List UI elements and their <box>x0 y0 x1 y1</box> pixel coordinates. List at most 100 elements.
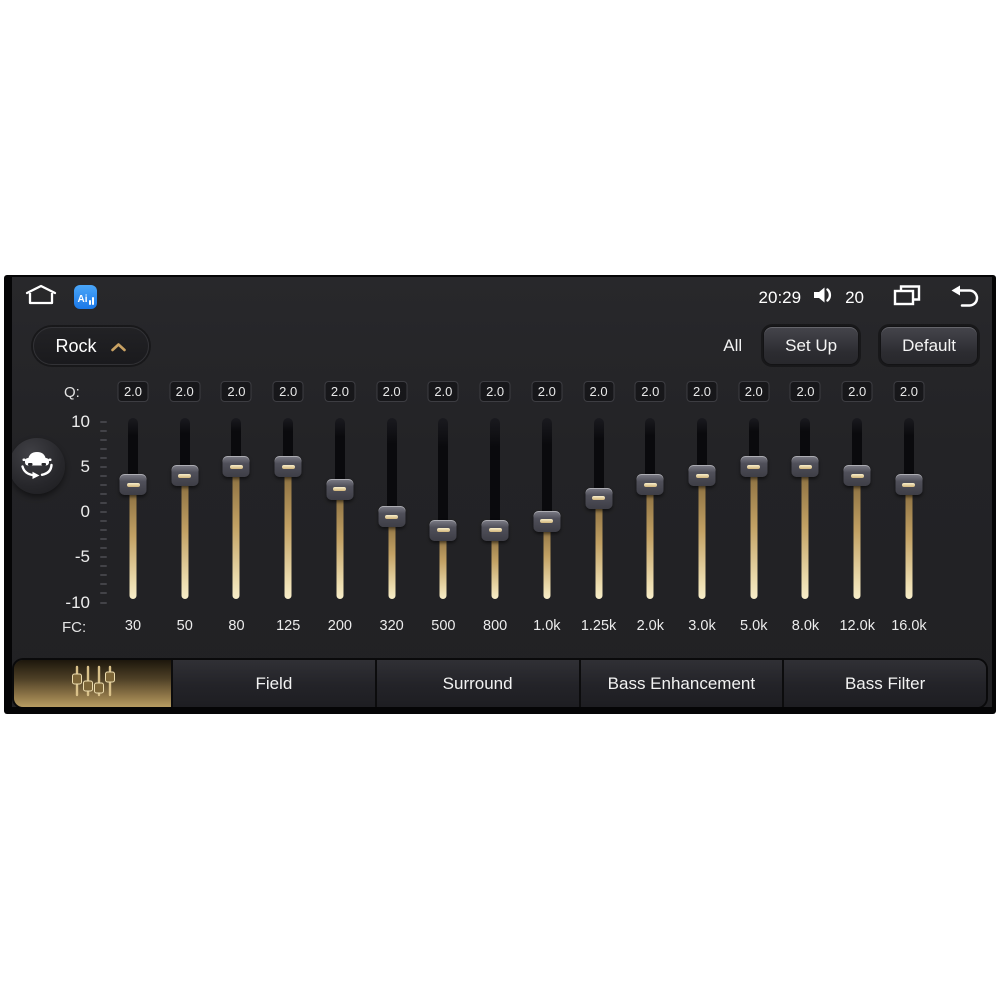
status-bar-left: Ai <box>22 282 97 312</box>
band-fc-label: 80 <box>228 618 245 634</box>
tick-mark <box>100 529 107 532</box>
band-q-value: 2.0 <box>686 381 718 402</box>
tick-mark <box>100 520 107 523</box>
band-slider-handle[interactable] <box>378 506 406 528</box>
tick-mark <box>100 511 107 513</box>
band-slider-handle[interactable] <box>688 465 716 487</box>
tab-surround[interactable]: Surround <box>374 660 579 707</box>
tick-mark <box>100 465 107 468</box>
gain-scale-label: 10 <box>71 411 90 431</box>
tick-mark <box>100 574 107 577</box>
tick-mark <box>100 483 107 486</box>
band-q-value: 2.0 <box>789 381 821 402</box>
band-q-value: 2.0 <box>583 381 615 402</box>
tick-mark <box>100 447 107 450</box>
gain-scale-label: 5 <box>80 456 90 476</box>
car-stereo-screen: Ai 20:29 20 Rock All Set Up Default Q: F… <box>4 275 996 714</box>
band-q-value: 2.0 <box>117 381 149 402</box>
tab-bass-enhancement[interactable]: Bass Enhancement <box>578 660 783 707</box>
slider-track-upper[interactable] <box>541 418 552 526</box>
band-slider-handle[interactable] <box>222 456 250 478</box>
band-slider-handle[interactable] <box>791 456 819 478</box>
eq-band: 2.0 2.0k <box>624 277 676 707</box>
band-slider-handle[interactable] <box>895 474 923 496</box>
eq-band: 2.0 30 <box>107 277 159 707</box>
tick-mark <box>100 601 107 604</box>
tick-mark <box>100 438 107 441</box>
band-slider-handle[interactable] <box>636 474 664 496</box>
gain-scale-label: -5 <box>74 547 90 567</box>
slider-track-upper[interactable] <box>490 418 501 535</box>
slider-track-lower[interactable] <box>750 466 758 599</box>
slider-track-lower[interactable] <box>698 475 706 599</box>
band-q-value: 2.0 <box>634 381 666 402</box>
ai-icon-glyph: Ai <box>77 294 88 305</box>
slider-track-lower[interactable] <box>181 475 189 599</box>
tab-bass-filter[interactable]: Bass Filter <box>782 660 986 707</box>
tick-mark <box>100 501 107 504</box>
home-icon[interactable] <box>22 282 60 312</box>
head-unit-screenshot: Ai 20:29 20 Rock All Set Up Default Q: F… <box>0 0 1000 1000</box>
band-q-value: 2.0 <box>893 381 925 402</box>
slider-track-lower[interactable] <box>284 466 292 599</box>
tab-field[interactable]: Field <box>171 660 375 707</box>
eq-band: 2.0 50 <box>159 277 211 707</box>
slider-track-lower[interactable] <box>801 466 809 599</box>
band-fc-label: 200 <box>327 618 352 634</box>
band-q-value: 2.0 <box>479 381 511 402</box>
tick-mark <box>100 429 107 432</box>
band-slider-handle[interactable] <box>740 456 768 478</box>
ai-icon-bar <box>88 300 91 305</box>
slider-track-upper[interactable] <box>438 418 449 535</box>
tick-mark <box>100 583 107 586</box>
slider-track-lower[interactable] <box>646 484 654 599</box>
band-slider-handle[interactable] <box>119 474 147 496</box>
eq-band: 2.0 1.25k <box>573 277 625 707</box>
band-slider-handle[interactable] <box>481 519 509 541</box>
band-fc-label: 30 <box>124 618 142 634</box>
band-fc-label: 320 <box>379 618 404 634</box>
band-q-value: 2.0 <box>324 381 356 402</box>
eq-band: 2.0 320 <box>366 277 418 707</box>
slider-track-lower[interactable] <box>853 475 861 599</box>
tick-mark <box>100 547 107 550</box>
slider-track-lower[interactable] <box>232 466 240 599</box>
band-fc-label: 2.0k <box>636 618 664 634</box>
eq-band: 2.0 1.0k <box>521 277 573 707</box>
ai-assistant-icon[interactable]: Ai <box>74 285 97 309</box>
fc-row-label: FC: <box>62 619 87 636</box>
band-slider-handle[interactable] <box>843 465 871 487</box>
tick-mark <box>100 492 107 495</box>
tab-label: Bass Filter <box>844 673 926 693</box>
eq-band: 2.0 3.0k <box>676 277 728 707</box>
tab-label: Surround <box>442 673 513 693</box>
ai-icon-bar <box>91 297 94 305</box>
tab-equalizer[interactable] <box>14 660 171 707</box>
tab-label: Bass Enhancement <box>607 673 756 693</box>
slider-track-lower[interactable] <box>595 498 603 599</box>
band-q-value: 2.0 <box>169 381 201 402</box>
slider-track-lower[interactable] <box>543 521 551 599</box>
band-slider-handle[interactable] <box>533 510 561 532</box>
gain-scale-label: -10 <box>65 592 90 612</box>
slider-track-lower[interactable] <box>129 484 137 599</box>
tick-mark <box>100 538 107 541</box>
slider-track-lower[interactable] <box>388 516 396 599</box>
band-q-value: 2.0 <box>531 381 563 402</box>
eq-band: 2.0 80 <box>210 277 262 707</box>
tick-mark <box>100 565 107 568</box>
back-icon[interactable] <box>950 284 980 312</box>
band-slider-handle[interactable] <box>171 465 199 487</box>
eq-band: 2.0 200 <box>314 277 366 707</box>
band-fc-label: 800 <box>483 618 508 634</box>
bottom-tab-bar: Field Surround Bass Enhancement Bass Filter <box>14 660 986 707</box>
equalizer-panel: Ai 20:29 20 Rock All Set Up Default Q: F… <box>12 277 992 707</box>
band-slider-handle[interactable] <box>326 478 354 500</box>
slider-track-lower[interactable] <box>905 484 913 599</box>
band-slider-handle[interactable] <box>274 456 302 478</box>
eq-band: 2.0 5.0k <box>728 277 780 707</box>
slider-track-lower[interactable] <box>336 489 344 599</box>
band-q-value: 2.0 <box>376 381 408 402</box>
band-slider-handle[interactable] <box>429 519 457 541</box>
band-slider-handle[interactable] <box>585 487 613 509</box>
